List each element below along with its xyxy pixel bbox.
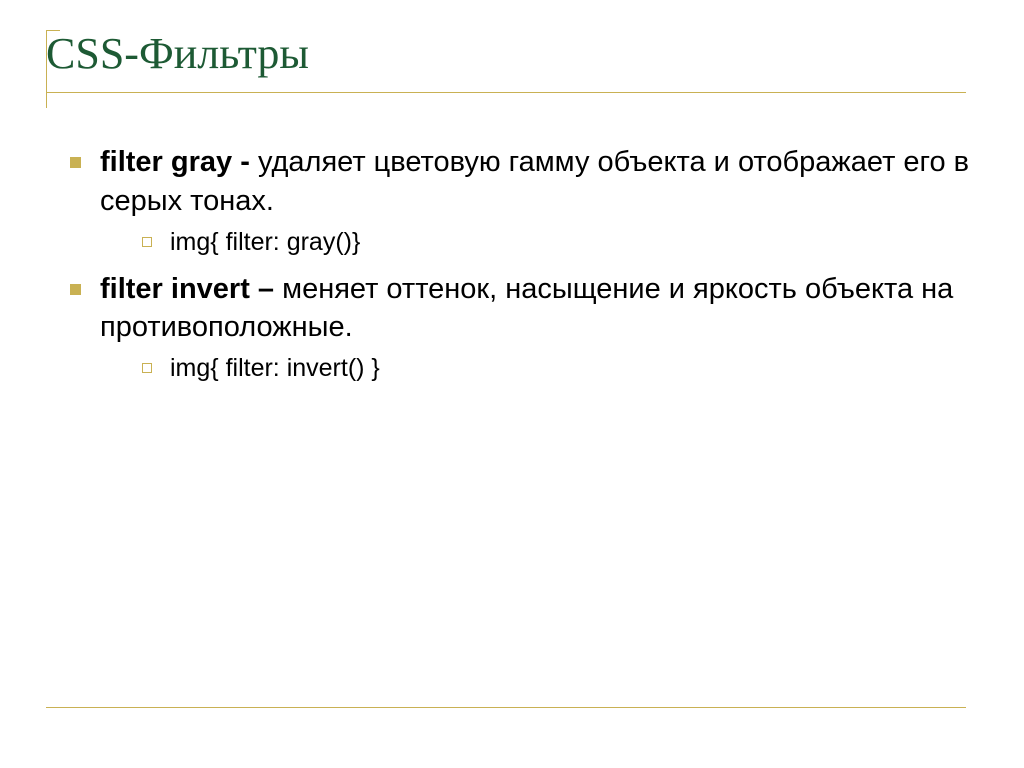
bullet-list: filter gray - удаляет цветовую гамму объ… — [66, 143, 978, 386]
list-item-bold: filter gray - — [100, 146, 258, 178]
list-item-code: img{ filter: gray()} — [170, 228, 360, 256]
list-item: filter invert – меняет оттенок, насыщени… — [66, 270, 978, 386]
title-wrap: CSS-Фильтры — [46, 30, 978, 92]
decor-rule-left — [46, 30, 47, 108]
sub-list: img{ filter: gray()} — [140, 226, 978, 260]
decor-rule-top — [46, 30, 60, 31]
decor-rule-bottom — [46, 707, 966, 708]
title-underline — [46, 92, 966, 93]
page-title: CSS-Фильтры — [46, 30, 978, 78]
slide: CSS-Фильтры filter gray - удаляет цветов… — [0, 0, 1024, 768]
list-item: filter gray - удаляет цветовую гамму объ… — [66, 143, 978, 259]
list-item: img{ filter: invert() } — [140, 352, 978, 386]
sub-list: img{ filter: invert() } — [140, 352, 978, 386]
list-item-bold: filter invert – — [100, 273, 282, 305]
list-item-code: img{ filter: invert() } — [170, 354, 380, 382]
list-item: img{ filter: gray()} — [140, 226, 978, 260]
